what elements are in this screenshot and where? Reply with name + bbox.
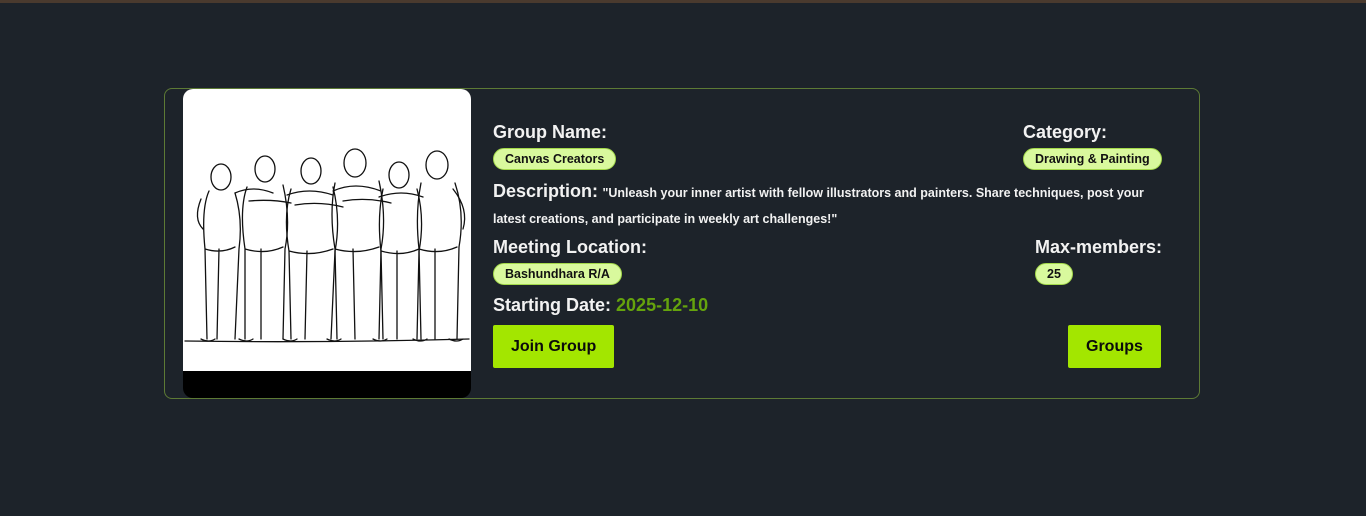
group-name-badge: Canvas Creators xyxy=(493,148,617,170)
starting-date-label: Starting Date: xyxy=(493,295,612,315)
group-image xyxy=(183,89,471,398)
description-label: Description: xyxy=(493,181,599,201)
group-name-label: Group Name: xyxy=(493,122,608,142)
starting-date: Starting Date: 2025-12-10 xyxy=(493,295,708,316)
max-members-label: Max-members: xyxy=(1035,237,1163,257)
category-badge: Drawing & Painting xyxy=(1023,148,1162,170)
join-group-button[interactable]: Join Group xyxy=(493,325,615,368)
people-line-art-icon xyxy=(184,148,470,343)
group-card: Group Name: Canvas Creators Category: Dr… xyxy=(164,88,1200,399)
max-members-badge: 25 xyxy=(1035,263,1073,285)
category-label: Category: xyxy=(1023,122,1108,142)
meeting-location-label: Meeting Location: xyxy=(493,237,647,257)
groups-button[interactable]: Groups xyxy=(1068,325,1161,368)
starting-date-value: 2025-12-10 xyxy=(616,295,709,315)
description: Description: "Unleash your inner artist … xyxy=(493,179,1173,232)
meeting-location-badge: Bashundhara R/A xyxy=(493,263,622,285)
top-border-strip xyxy=(0,0,1366,3)
